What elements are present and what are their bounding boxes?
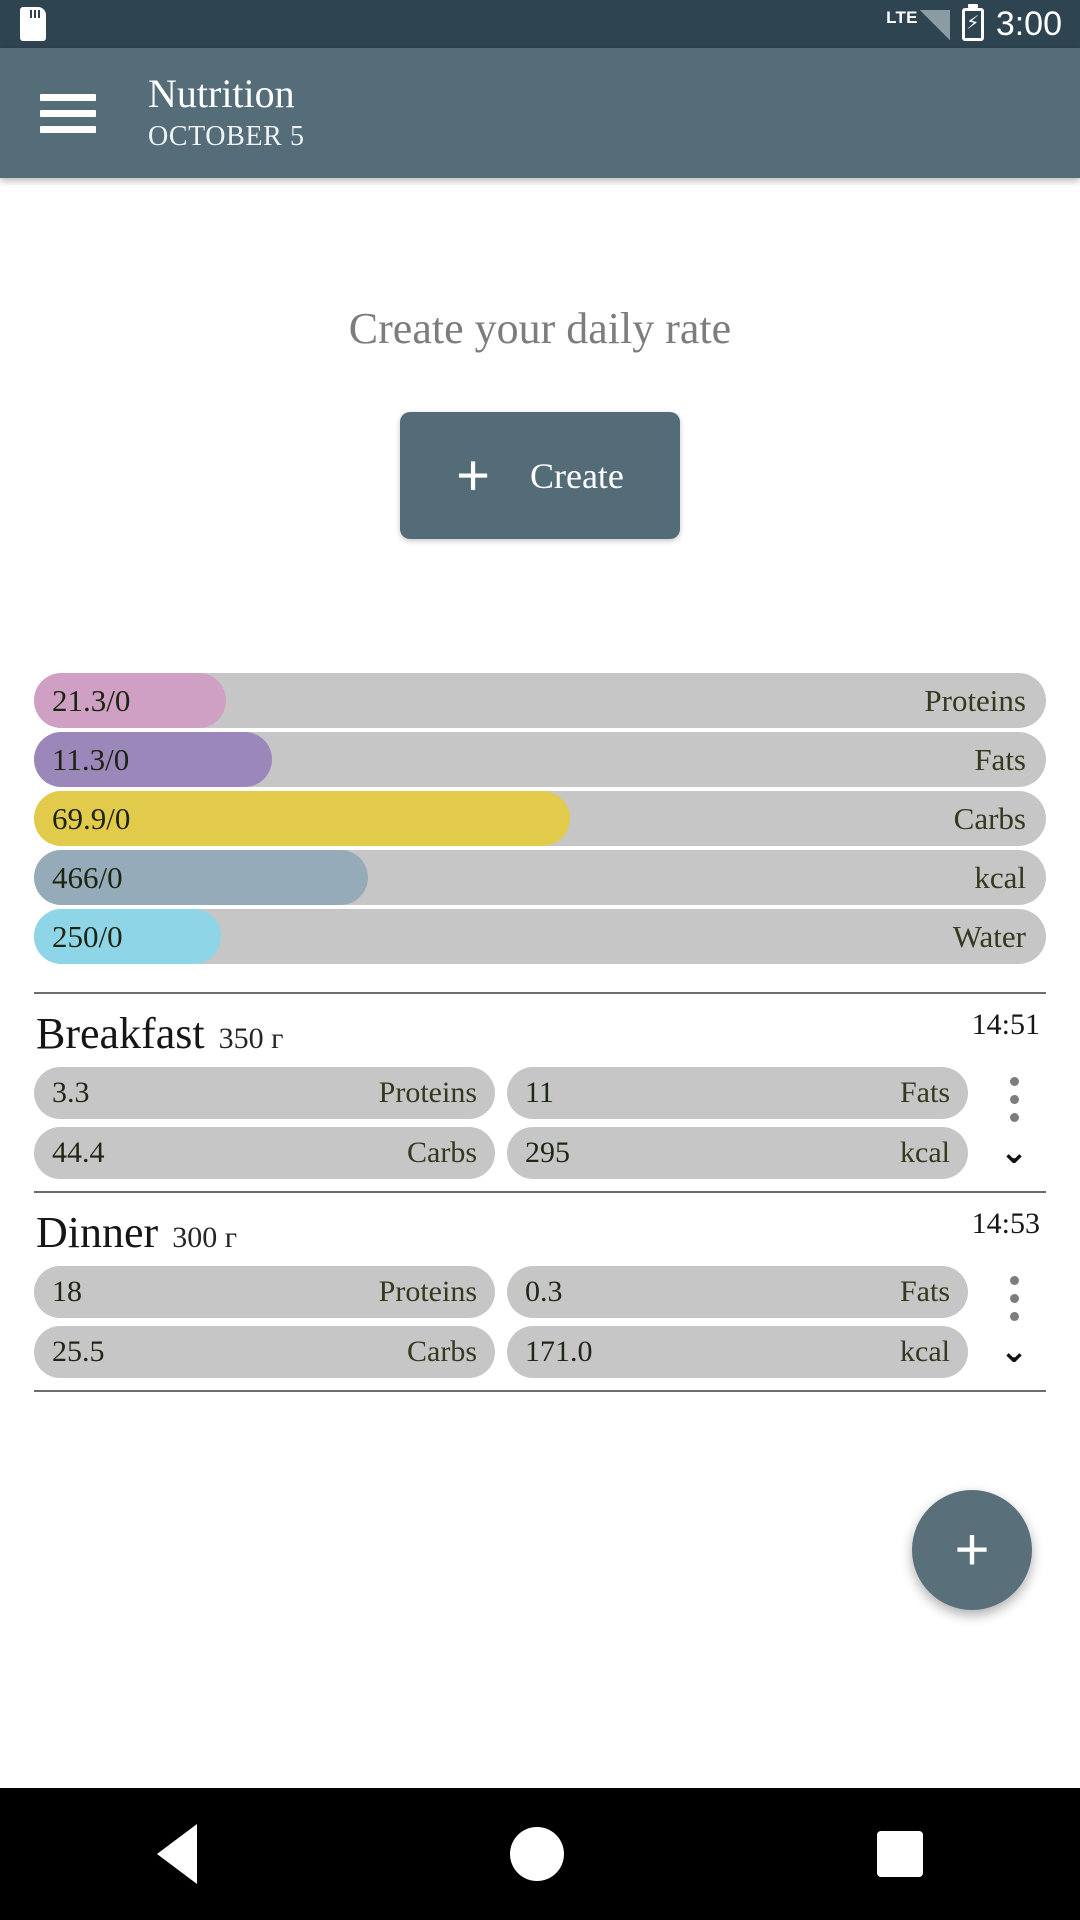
meal-nutrient-grid: 3.3 Proteins 11 Fats 44.4 Carbs 295 kcal [34, 1067, 968, 1179]
macro-label: Fats [974, 741, 1026, 777]
nutrient-label: kcal [900, 1335, 950, 1368]
macro-value: 69.9/0 [52, 800, 131, 836]
chevron-down-icon[interactable]: ⌄ [1000, 1135, 1029, 1169]
meal-name: Breakfast [36, 1009, 205, 1058]
main-content: Create your daily rate + Create 21.3/0 P… [0, 178, 1080, 1688]
nutrient-value: 18 [52, 1275, 82, 1308]
macro-progress-row[interactable]: 11.3/0 Fats [34, 732, 1046, 787]
meal-entry-breakfast: Breakfast 350 г 14:51 3.3 Proteins 11 Fa… [34, 992, 1046, 1191]
macro-label: Proteins [924, 682, 1026, 718]
kebab-menu-icon[interactable] [1009, 1077, 1019, 1123]
nutrient-value: 3.3 [52, 1076, 90, 1109]
meal-name: Dinner [36, 1208, 159, 1257]
status-bar-right: LTE ⚡ 3:00 [886, 7, 1062, 41]
nutrient-value: 44.4 [52, 1136, 105, 1169]
add-meal-fab[interactable]: + [912, 1490, 1032, 1610]
meal-actions: ⌄ [982, 1266, 1046, 1378]
nutrient-pill: 3.3 Proteins [34, 1067, 495, 1119]
chevron-down-icon[interactable]: ⌄ [1000, 1334, 1029, 1368]
nutrient-value: 11 [525, 1076, 554, 1109]
recents-square-icon[interactable] [877, 1831, 924, 1877]
status-bar-clock: 3:00 [995, 5, 1062, 43]
plus-icon: + [954, 1516, 990, 1583]
back-triangle-icon[interactable] [156, 1824, 197, 1884]
nutrient-value: 295 [525, 1136, 570, 1169]
macro-label: Water [952, 918, 1026, 954]
meal-body: 18 Proteins 0.3 Fats 25.5 Carbs 171.0 kc… [34, 1266, 1046, 1378]
status-bar-left [20, 7, 46, 41]
macro-label: Carbs [953, 800, 1026, 836]
meal-time: 14:53 [971, 1207, 1040, 1240]
sd-card-icon [20, 7, 46, 41]
nutrient-pill: 11 Fats [507, 1067, 968, 1119]
nutrient-label: Proteins [378, 1076, 477, 1109]
battery-charging-icon: ⚡ [961, 7, 984, 41]
meal-time: 14:51 [971, 1008, 1040, 1041]
nutrient-label: Proteins [378, 1275, 477, 1308]
macro-value: 466/0 [52, 859, 123, 895]
meal-list: Breakfast 350 г 14:51 3.3 Proteins 11 Fa… [34, 992, 1046, 1392]
macro-value: 11.3/0 [52, 741, 130, 777]
nutrient-value: 0.3 [525, 1275, 563, 1308]
plus-icon: + [456, 442, 490, 508]
network-type-label: LTE [886, 7, 918, 27]
macro-progress-row[interactable]: 250/0 Water [34, 909, 1046, 964]
meal-actions: ⌄ [982, 1067, 1046, 1179]
macro-progress-row[interactable]: 466/0 kcal [34, 850, 1046, 905]
macro-progress-row[interactable]: 21.3/0 Proteins [34, 673, 1046, 728]
macro-progress-list: 21.3/0 Proteins 11.3/0 Fats 69.9/0 Carbs… [34, 673, 1046, 964]
meal-nutrient-grid: 18 Proteins 0.3 Fats 25.5 Carbs 171.0 kc… [34, 1266, 968, 1378]
nutrient-label: Carbs [407, 1335, 477, 1368]
android-navigation-bar [0, 1788, 1080, 1920]
home-circle-icon[interactable] [509, 1827, 564, 1881]
nutrient-label: kcal [900, 1136, 950, 1169]
meal-header: Dinner 300 г 14:53 [34, 1207, 1046, 1266]
nutrient-pill: 295 kcal [507, 1127, 968, 1179]
macro-value: 250/0 [52, 918, 123, 954]
meal-body: 3.3 Proteins 11 Fats 44.4 Carbs 295 kcal [34, 1067, 1046, 1179]
app-bar: Nutrition OCTOBER 5 [0, 48, 1080, 178]
nutrient-value: 171.0 [525, 1335, 593, 1368]
meal-weight: 300 г [172, 1221, 237, 1254]
nutrient-pill: 171.0 kcal [507, 1326, 968, 1378]
app-bar-titles: Nutrition OCTOBER 5 [148, 73, 305, 153]
nutrient-value: 25.5 [52, 1335, 105, 1368]
page-subtitle-date: OCTOBER 5 [148, 121, 305, 152]
meal-entry-dinner: Dinner 300 г 14:53 18 Proteins 0.3 Fats … [34, 1191, 1046, 1392]
meal-header: Breakfast 350 г 14:51 [34, 1008, 1046, 1067]
create-daily-rate-button[interactable]: + Create [400, 412, 680, 539]
daily-rate-heading: Create your daily rate [348, 304, 732, 353]
nutrient-label: Fats [899, 1076, 950, 1109]
nutrient-pill: 0.3 Fats [507, 1266, 968, 1318]
meal-weight: 350 г [218, 1022, 284, 1055]
signal-bars-icon: LTE [886, 9, 950, 40]
create-button-label: Create [529, 455, 624, 496]
nutrient-pill: 25.5 Carbs [34, 1326, 495, 1378]
hamburger-menu-icon[interactable] [40, 93, 96, 133]
macro-label: kcal [974, 859, 1026, 895]
signal-triangle-icon [919, 9, 950, 40]
nutrient-label: Fats [899, 1275, 950, 1308]
status-bar: LTE ⚡ 3:00 [0, 0, 1080, 48]
nutrient-pill: 44.4 Carbs [34, 1127, 495, 1179]
create-button-wrapper: + Create [0, 412, 1080, 539]
nutrient-pill: 18 Proteins [34, 1266, 495, 1318]
macro-progress-row[interactable]: 69.9/0 Carbs [34, 791, 1046, 846]
kebab-menu-icon[interactable] [1009, 1276, 1019, 1322]
nutrient-label: Carbs [407, 1136, 477, 1169]
macro-value: 21.3/0 [52, 682, 131, 718]
page-title: Nutrition [148, 71, 295, 116]
